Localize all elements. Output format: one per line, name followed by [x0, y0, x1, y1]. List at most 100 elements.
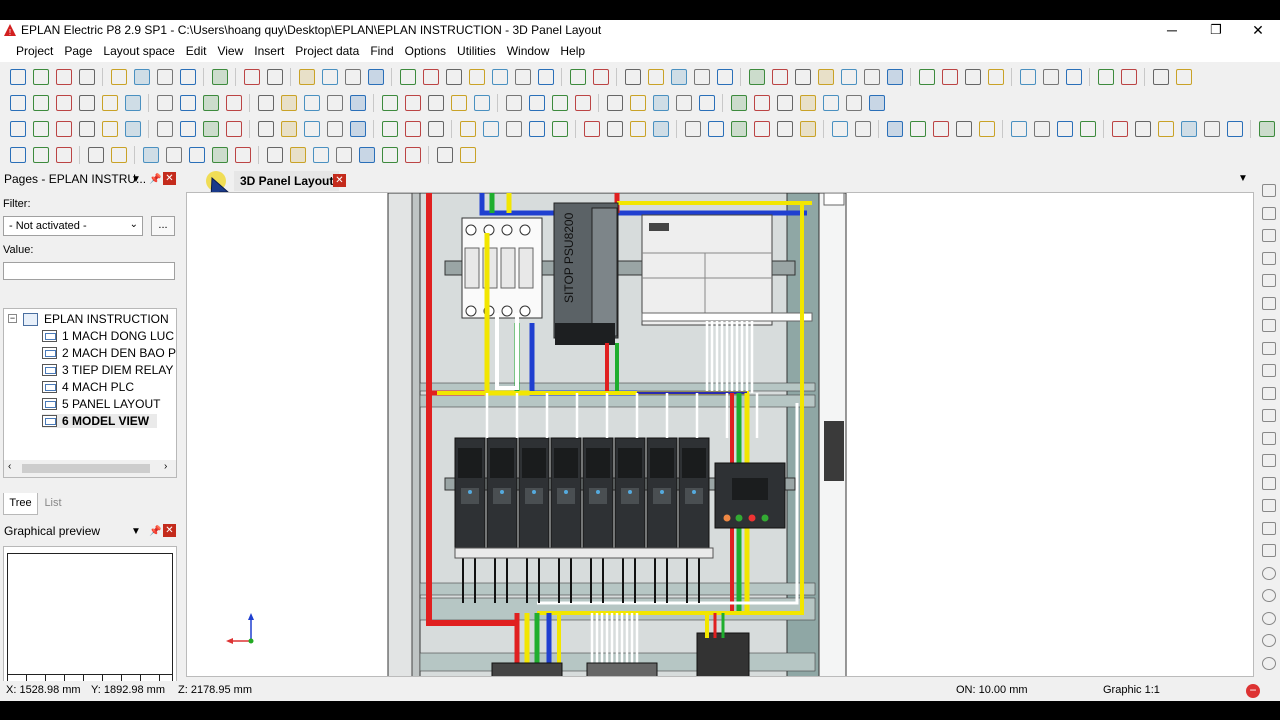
pages-panel-close-button[interactable]: ✕	[163, 172, 176, 185]
toolbar-tool-icon[interactable]	[459, 121, 476, 137]
toolbar-tool-icon[interactable]	[9, 121, 26, 137]
toolbar-tool-icon[interactable]	[684, 121, 701, 137]
toolbar-tool-icon[interactable]	[280, 95, 297, 111]
toolbar-tool-icon[interactable]	[404, 95, 421, 111]
toolbar-tool-icon[interactable]	[693, 69, 710, 85]
menu-insert[interactable]: Insert	[254, 44, 284, 58]
toolbar-tool-icon[interactable]	[326, 121, 343, 137]
toolbar-tool-icon[interactable]	[9, 147, 26, 163]
toolbar-tool-icon[interactable]	[716, 69, 733, 85]
toolbar-tool-icon[interactable]	[9, 69, 26, 85]
toolbar-tool-icon[interactable]	[1065, 69, 1082, 85]
toolbar-tool-icon[interactable]	[78, 95, 95, 111]
right-toolbar-tool-icon[interactable]	[1262, 206, 1276, 220]
3d-viewport[interactable]: SITOP PSU8200	[186, 192, 1254, 677]
error-indicator-icon[interactable]: −	[1246, 684, 1260, 698]
right-toolbar-tool-icon[interactable]	[1262, 251, 1276, 265]
toolbar-tool-icon[interactable]	[670, 69, 687, 85]
toolbar-tool-icon[interactable]	[730, 121, 747, 137]
toolbar-tool-icon[interactable]	[505, 95, 522, 111]
toolbar-tool-icon[interactable]	[491, 69, 508, 85]
toolbar-tool-icon[interactable]	[436, 147, 453, 163]
minimize-button[interactable]: ─	[1150, 20, 1194, 40]
toolbar-tool-icon[interactable]	[822, 95, 839, 111]
tree-page-1[interactable]: 1 MACH DONG LUC	[42, 329, 174, 343]
toolbar-tool-icon[interactable]	[1042, 69, 1059, 85]
right-toolbar-tool-icon[interactable]	[1262, 319, 1276, 332]
toolbar-tool-icon[interactable]	[427, 95, 444, 111]
toolbar-tool-icon[interactable]	[776, 121, 793, 137]
right-toolbar-tool-icon[interactable]	[1262, 341, 1276, 355]
toolbar-tool-icon[interactable]	[266, 147, 283, 163]
toolbar-tool-icon[interactable]	[730, 95, 747, 111]
right-toolbar-tool-icon[interactable]	[1262, 634, 1276, 647]
toolbar-tool-icon[interactable]	[551, 95, 568, 111]
toolbar-tool-icon[interactable]	[1157, 121, 1174, 137]
toolbar-tool-icon[interactable]	[955, 121, 972, 137]
right-toolbar-tool-icon[interactable]	[1262, 274, 1276, 287]
toolbar-tool-icon[interactable]	[110, 69, 127, 85]
menu-window[interactable]: Window	[507, 44, 550, 58]
toolbar-tool-icon[interactable]	[349, 121, 366, 137]
toolbar-tool-icon[interactable]	[381, 147, 398, 163]
panel-menu-icon[interactable]: ▼	[131, 174, 141, 185]
toolbar-tool-icon[interactable]	[675, 95, 692, 111]
toolbar-tool-icon[interactable]	[652, 121, 669, 137]
toolbar-tool-icon[interactable]	[450, 95, 467, 111]
tab-3d-panel-layout[interactable]: 3D Panel Layout	[234, 171, 340, 191]
toolbar-tool-icon[interactable]	[78, 69, 95, 85]
panel-menu-icon[interactable]: ▼	[131, 526, 141, 537]
toolbar-tool-icon[interactable]	[101, 121, 118, 137]
scroll-right-icon[interactable]: ›	[164, 461, 167, 472]
toolbar-tool-icon[interactable]	[748, 69, 765, 85]
toolbar-tool-icon[interactable]	[335, 147, 352, 163]
toolbar-tool-icon[interactable]	[257, 121, 274, 137]
toolbar-tool-icon[interactable]	[854, 121, 871, 137]
pin-icon[interactable]: 📌	[149, 174, 161, 185]
toolbar-tool-icon[interactable]	[9, 95, 26, 111]
toolbar-tool-icon[interactable]	[1033, 121, 1050, 137]
toolbar-tool-icon[interactable]	[321, 69, 338, 85]
toolbar-tool-icon[interactable]	[482, 121, 499, 137]
tree-page-4[interactable]: 4 MACH PLC	[42, 380, 134, 394]
toolbar-tool-icon[interactable]	[918, 69, 935, 85]
menu-find[interactable]: Find	[370, 44, 393, 58]
toolbar-tool-icon[interactable]	[404, 147, 421, 163]
toolbar-tool-icon[interactable]	[569, 69, 586, 85]
toolbar-tool-icon[interactable]	[771, 69, 788, 85]
toolbar-tool-icon[interactable]	[753, 95, 770, 111]
toolbar-tool-icon[interactable]	[629, 95, 646, 111]
right-toolbar-tool-icon[interactable]	[1262, 409, 1276, 422]
right-toolbar-tool-icon[interactable]	[1262, 611, 1276, 625]
toolbar-tool-icon[interactable]	[55, 69, 72, 85]
right-toolbar-tool-icon[interactable]	[1262, 431, 1276, 445]
menu-edit[interactable]: Edit	[186, 44, 207, 58]
toolbar-tool-icon[interactable]	[776, 95, 793, 111]
value-input[interactable]	[3, 262, 175, 280]
toolbar-tool-icon[interactable]	[165, 147, 182, 163]
right-toolbar-tool-icon[interactable]	[1262, 386, 1276, 400]
toolbar-tool-icon[interactable]	[312, 147, 329, 163]
toolbar-tool-icon[interactable]	[211, 147, 228, 163]
toolbar-tool-icon[interactable]	[1134, 121, 1151, 137]
toolbar-tool-icon[interactable]	[1175, 69, 1192, 85]
toolbar-tool-icon[interactable]	[179, 121, 196, 137]
toolbar-tool-icon[interactable]	[978, 121, 995, 137]
toolbar-tool-icon[interactable]	[156, 95, 173, 111]
tree-hscrollbar[interactable]: ‹ ›	[4, 460, 176, 477]
menu-options[interactable]: Options	[405, 44, 446, 58]
right-toolbar-tool-icon[interactable]	[1262, 589, 1276, 602]
toolbar-tool-icon[interactable]	[592, 69, 609, 85]
toolbar-tool-icon[interactable]	[652, 95, 669, 111]
right-toolbar-tool-icon[interactable]	[1262, 454, 1276, 467]
right-toolbar-tool-icon[interactable]	[1262, 544, 1276, 557]
toolbar-tool-icon[interactable]	[817, 69, 834, 85]
toolbar-tool-icon[interactable]	[1258, 121, 1275, 137]
toolbar-tool-icon[interactable]	[344, 69, 361, 85]
preview-panel-close-button[interactable]: ✕	[163, 524, 176, 537]
toolbar-tool-icon[interactable]	[156, 121, 173, 137]
toolbar-tool-icon[interactable]	[468, 69, 485, 85]
toolbar-tool-icon[interactable]	[987, 69, 1004, 85]
filter-more-button[interactable]: ...	[151, 216, 175, 236]
menu-page[interactable]: Page	[64, 44, 92, 58]
